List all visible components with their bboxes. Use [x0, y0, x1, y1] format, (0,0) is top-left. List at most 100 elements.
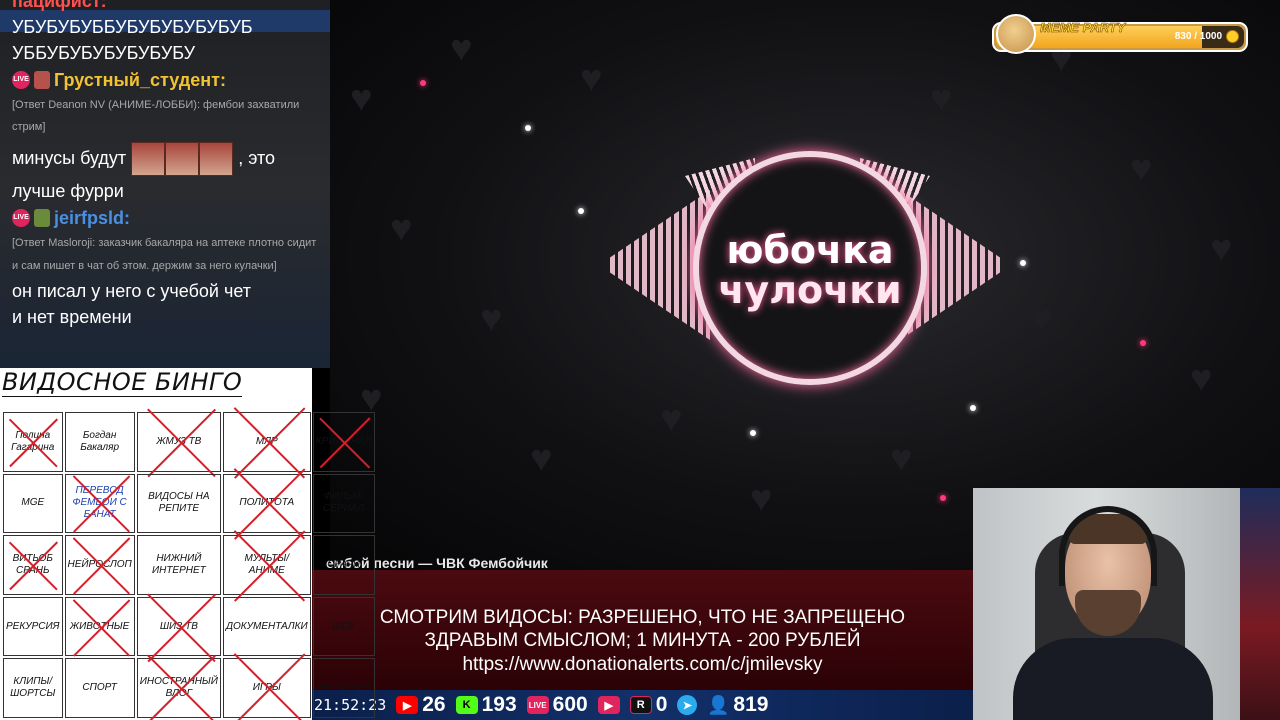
bingo-cell: MGE [3, 473, 63, 534]
person-icon: 👤 [707, 694, 730, 715]
video-player[interactable]: ♥ ♥ ♥ ♥ ♥ ♥ ♥ ♥ ♥ ♥ ♥ ♥ ♥ ♥ ♥ ♥ юбочка ч… [330, 0, 1280, 570]
meme-party-label: MEME PARTY [1040, 20, 1126, 36]
sparkle [1020, 260, 1026, 266]
bingo-cell: МЛР [222, 412, 311, 472]
emote-icon [199, 142, 234, 177]
bingo-cell: ЖМУ3 ТВ [136, 412, 221, 472]
sparkle [940, 495, 946, 501]
bingo-cell: ШОУ [312, 596, 375, 657]
bingo-cell-label: СРАЧИ [327, 558, 360, 570]
heart-decoration: ♥ [1190, 358, 1213, 400]
heart-decoration: ♥ [1130, 148, 1153, 190]
vk-live-icon: LIVE [526, 696, 549, 714]
bingo-cell-label: МЛР [255, 435, 278, 447]
bingo-cell-label: ДОКУМЕНТАЛКИ [225, 620, 308, 632]
bingo-cell: СРАЧИ [312, 535, 375, 595]
bingo-cell: КРИМИНАЛ [312, 412, 375, 472]
bingo-cell: ФИЛЬМ/ СЕРИАЛ [312, 473, 375, 534]
telegram-stat: ➤ [677, 695, 698, 715]
bingo-cell-label: ПЕРЕВОД ФЕМБОИ С БАНАТ [72, 485, 127, 521]
bingo-cell-label: ФИЛЬМ/ СЕРИАЛ [322, 491, 365, 515]
logo-title-line2: чулочки [718, 268, 902, 312]
bingo-cell: НИЖНИЙ ИНТЕРНЕТ [136, 535, 221, 595]
bingo-cell: МУЛЬТЫ/ АНИМЕ [222, 535, 311, 595]
rutube-stat: ▶ [597, 696, 620, 714]
bingo-cell-label: ЖИВОТНЫЕ [69, 620, 130, 632]
chat-message: пацифист: [12, 0, 107, 11]
bingo-cell-label: Богдан Бакаляр [80, 429, 120, 453]
emote-icon [131, 142, 166, 177]
chat-message: он писал у него с учебой чет [12, 281, 252, 301]
bingo-cell: КЛИПЫ/ ШОРТСЫ [3, 658, 63, 718]
bingo-cell: ЖИВОТНЫЕ [64, 596, 135, 657]
bingo-cell-label: РЕКУРСИЯ [6, 620, 60, 632]
bingo-cell-label: НЕ УСПЕЛ [318, 682, 370, 694]
chat-username[interactable]: Грустный_студент: [54, 66, 226, 94]
chat-message: УББУБУБУБУБУБУБУ [12, 43, 196, 63]
sparkle [1140, 340, 1146, 346]
bingo-cell: ШИЗ ТВ [136, 596, 221, 657]
sparkle [420, 80, 426, 86]
bingo-cell-label: ШОУ [332, 620, 355, 632]
chat-username[interactable]: jeirfpsld: [54, 204, 130, 232]
message-text: минусы будут [12, 148, 127, 168]
chat-reply-quote: [Ответ Deanon NV (АНИМЕ-ЛОББИ): фембои з… [12, 99, 300, 133]
sparkle [750, 430, 756, 436]
bingo-cell-label: НЕЙРОСЛОП [67, 558, 132, 570]
kick-stat: K 193 [455, 693, 517, 717]
stream-stats-bar: 21:52:23 ▶ 26 K 193 LIVE 600 ▶ R 0 ➤ 👤 8… [310, 690, 975, 720]
bingo-cell: Полина Гагарина [3, 412, 63, 472]
logo-title-line1: юбочка [726, 228, 894, 272]
heart-decoration: ♥ [580, 58, 603, 100]
doge-icon [996, 14, 1036, 54]
bingo-cell: НЕЙРОСЛОП [64, 535, 135, 595]
bingo-cell: РЕКУРСИЯ [3, 596, 63, 657]
banner-rules-line2: ЗДРАВЫМ СМЫСЛОМ; 1 МИНУТА - 200 РУБЛЕЙ [424, 630, 861, 651]
chat-message: УБУБУБУББУБУБУБУБУБУБ [12, 17, 253, 37]
chat-message: минусы будут , это [12, 138, 318, 178]
bingo-cell-label: ШИЗ ТВ [159, 620, 198, 632]
bingo-cell: ПЕРЕВОД ФЕМБОИ С БАНАТ [64, 473, 135, 534]
bingo-cell: ПОЛИТОТА [222, 473, 311, 534]
donation-link[interactable]: https://www.donationalerts.com/c/jmilevs… [310, 654, 975, 676]
bingo-cell-label: ЖМУ3 ТВ [156, 435, 202, 447]
heart-decoration: ♥ [1030, 298, 1053, 340]
bingo-cell: СПОРТ [64, 658, 135, 718]
heart-decoration: ♥ [480, 298, 503, 340]
bingo-cell: ДОКУМЕНТАЛКИ [222, 596, 311, 657]
viewers-stat: 👤 819 [707, 693, 768, 717]
bingo-grid: Полина Гагарина Богдан Бакаляр ЖМУ3 ТВ МЛР К… [3, 412, 375, 718]
heart-decoration: ♥ [890, 438, 913, 480]
live-badge-icon: LIVE [12, 71, 30, 89]
rumble-icon: R [629, 696, 652, 714]
bingo-cell-label: КЛИПЫ/ ШОРТСЫ [10, 676, 56, 700]
message-text: , это [238, 148, 276, 168]
coin-icon [1226, 30, 1239, 43]
vk-live-stat: LIVE 600 [526, 693, 588, 717]
rumble-stat: R 0 [629, 693, 668, 717]
bingo-card: ВИДОСНОЕ БИНГО Полина Гагарина Богдан Бак… [0, 368, 375, 720]
viewers-count: 819 [733, 693, 769, 716]
streamer-body [1013, 638, 1213, 720]
bingo-cell-label: ВИТЬОБ СРАНЬ [12, 552, 53, 576]
bingo-cell-label: КРИМИНАЛ [315, 435, 372, 447]
bingo-cell-label: ИНОСТРАННЫЙ ВЛОГ [139, 676, 218, 700]
bingo-cell-label: MGE [21, 497, 45, 509]
heart-decoration: ♥ [1210, 228, 1233, 270]
bingo-cell: ВИТЬОБ СРАНЬ [3, 535, 63, 595]
chat-message: лучше фурри [12, 181, 124, 201]
youtube-stat: ▶ 26 [396, 693, 446, 717]
heart-decoration: ♥ [390, 208, 413, 250]
webcam-feed [973, 488, 1280, 720]
chat-message: и нет времени [12, 307, 132, 327]
emote-icon [165, 142, 200, 177]
rumble-count: 0 [655, 693, 668, 716]
chat-reply-quote: [Ответ Masloroji: заказчик бакаляра на а… [12, 237, 317, 272]
chat-username-row: LIVE Грустный_студент: [12, 66, 318, 94]
bingo-cell-label: СПОРТ [82, 682, 117, 694]
bingo-cell-label: ПОЛИТОТА [239, 497, 295, 509]
kick-icon: K [455, 696, 478, 714]
bingo-cell: Богдан Бакаляр [64, 412, 135, 472]
user-avatar [34, 71, 50, 89]
bingo-cell: ИНОСТРАННЫЙ ВЛОГ [136, 658, 221, 718]
